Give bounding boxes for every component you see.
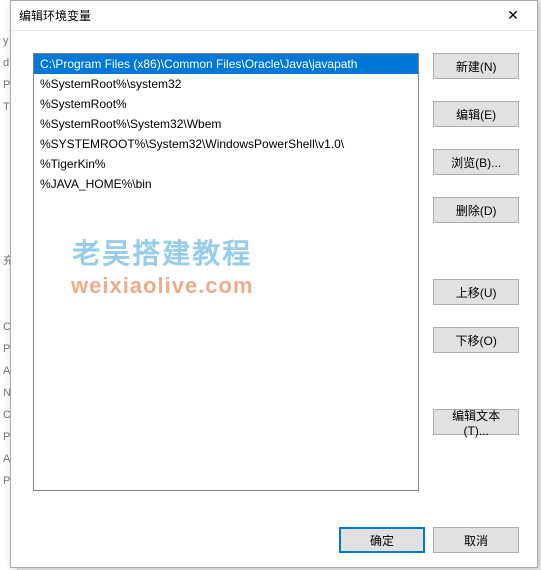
path-listbox[interactable]: C:\Program Files (x86)\Common Files\Orac… [33, 53, 419, 491]
titlebar: 编辑环境变量 ✕ [11, 1, 537, 31]
ok-button[interactable]: 确定 [339, 527, 425, 553]
list-item[interactable]: %SystemRoot%\System32\Wbem [34, 114, 418, 134]
list-item[interactable]: %JAVA_HOME%\bin [34, 174, 418, 194]
cancel-button[interactable]: 取消 [433, 527, 519, 553]
edit-text-button[interactable]: 编辑文本(T)... [433, 409, 519, 435]
list-item[interactable]: %SystemRoot%\system32 [34, 74, 418, 94]
move-down-button[interactable]: 下移(O) [433, 327, 519, 353]
new-button[interactable]: 新建(N) [433, 53, 519, 79]
move-up-button[interactable]: 上移(U) [433, 279, 519, 305]
list-item[interactable]: C:\Program Files (x86)\Common Files\Orac… [34, 54, 418, 74]
delete-button[interactable]: 删除(D) [433, 197, 519, 223]
list-item[interactable]: %TigerKin% [34, 154, 418, 174]
dialog-footer: 确定 取消 [11, 527, 537, 567]
dialog-content: C:\Program Files (x86)\Common Files\Orac… [11, 31, 537, 527]
edit-env-var-dialog: 编辑环境变量 ✕ C:\Program Files (x86)\Common F… [10, 0, 538, 568]
edit-button[interactable]: 编辑(E) [433, 101, 519, 127]
side-button-column: 新建(N) 编辑(E) 浏览(B)... 删除(D) 上移(U) 下移(O) 编… [433, 53, 519, 515]
close-icon: ✕ [507, 7, 519, 24]
dialog-title: 编辑环境变量 [19, 7, 491, 24]
list-item[interactable]: %SystemRoot% [34, 94, 418, 114]
list-item[interactable]: %SYSTEMROOT%\System32\WindowsPowerShell\… [34, 134, 418, 154]
close-button[interactable]: ✕ [491, 2, 535, 30]
browse-button[interactable]: 浏览(B)... [433, 149, 519, 175]
